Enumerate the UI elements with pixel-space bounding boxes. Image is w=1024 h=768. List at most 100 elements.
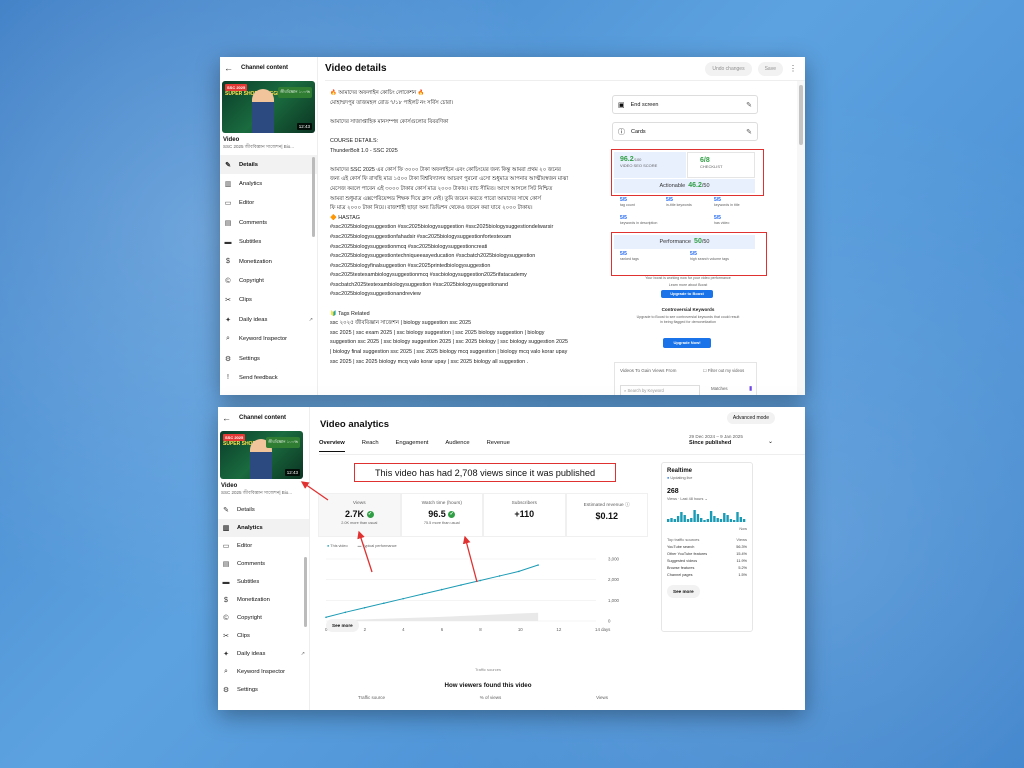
metric-label: Watch time (hours) <box>421 501 462 506</box>
sidebar-scrollbar[interactable] <box>312 157 315 237</box>
tab-reach[interactable]: Reach <box>362 440 379 452</box>
realtime-bar <box>690 518 693 522</box>
sidebar-item-send-feedback[interactable]: ! Send feedback <box>220 368 317 387</box>
sidebar-item-keyword-inspector[interactable]: ⌕ Keyword Inspector <box>220 330 317 349</box>
more-options-icon[interactable]: ⋮ <box>789 64 797 73</box>
subtitles-icon: ▬ <box>222 578 230 586</box>
views-col: Views <box>736 537 747 542</box>
tab-overview[interactable]: Overview <box>319 440 345 452</box>
details-scrollbar[interactable] <box>797 81 805 395</box>
nav-label: Editor <box>239 200 255 207</box>
end-screen-button[interactable]: ▣ End screen ✎ <box>612 95 758 114</box>
data-point <box>325 616 327 619</box>
video-thumbnail[interactable]: SSC 2025 SUPER SHORT SUGGESTION জীববিজ্ঞ… <box>222 81 315 133</box>
realtime-bar <box>706 519 709 522</box>
traffic-source-row: Channel pages 1.5% <box>667 573 747 577</box>
sidebar-item-copyright[interactable]: © Copyright <box>218 609 309 627</box>
tab-audience[interactable]: Audience <box>445 440 469 452</box>
legend-label: This video <box>330 544 348 548</box>
details-header: Video details Undo changes Save ⋮ <box>325 57 805 81</box>
sidebar-item-analytics[interactable]: ▥ Analytics <box>220 174 317 193</box>
lightbulb-icon: ✦ <box>223 651 229 658</box>
nav-label: Comments <box>239 219 268 226</box>
top-sources-header: Top traffic sources Views <box>667 537 747 542</box>
col-views: Views <box>596 695 608 700</box>
sidebar-item-comments[interactable]: ▤ Comments <box>220 213 317 232</box>
scissors-icon: ✂ <box>225 297 231 305</box>
source-name: Channel pages <box>667 573 693 577</box>
sidebar-item-settings[interactable]: ⚙ Settings <box>220 349 317 368</box>
realtime-bar <box>713 516 716 522</box>
channel-sidebar-analytics: ← Channel content SSC 2025 SUPER SHORT S… <box>218 407 310 710</box>
keyword-search-input[interactable]: ⌕ Search by Keyword <box>620 385 700 395</box>
tab-engagement[interactable]: Engagement <box>396 440 429 452</box>
learn-more-boost-link[interactable]: Learn more about Boost <box>618 283 758 287</box>
metric-views[interactable]: Views 2.7K ✓ 2.0K more than usual <box>318 493 401 537</box>
metric-subscribers[interactable]: Subscribers +110 <box>483 493 566 537</box>
sidebar-scrollbar[interactable] <box>304 557 307 627</box>
sidebar-item-subtitles[interactable]: ▬ Subtitles <box>220 233 317 252</box>
upgrade-now-button[interactable]: Upgrade Now! <box>663 338 711 348</box>
cards-button[interactable]: ⓘ Cards ✎ <box>612 122 758 141</box>
see-more-button[interactable]: See more <box>667 585 700 598</box>
date-range-picker[interactable]: 29 Dec 2024 – 9 Jan 2025 Since published <box>689 434 743 446</box>
nav-label: Details <box>237 507 255 513</box>
controversial-keywords-title: Controversial Keywords <box>661 307 715 312</box>
sidebar-item-settings[interactable]: ⚙ Settings <box>218 681 309 699</box>
chevron-down-icon[interactable]: ⌄ <box>705 497 708 501</box>
chevron-down-icon[interactable]: ⌄ <box>768 438 773 445</box>
description-line: #ssc2025biologysuggestion #ssc2025biolog… <box>330 224 554 231</box>
info-icon[interactable]: ⓘ <box>625 503 630 508</box>
sidebar-item-monetization[interactable]: $ Monetization <box>220 252 317 271</box>
sidebar-item-copyright[interactable]: © Copyright <box>220 271 317 290</box>
metric-watch-time[interactable]: Watch time (hours) 96.5 ✓ 75.5 more than… <box>400 493 483 537</box>
see-more-button[interactable]: See more <box>326 619 359 632</box>
col-percent-views: % of views <box>479 695 502 700</box>
realtime-bar <box>673 519 676 522</box>
data-point <box>518 570 520 573</box>
sidebar-item-keyword-inspector[interactable]: ⌕ Keyword Inspector <box>218 663 309 681</box>
description-field[interactable]: 🔥 আমাদের অফলাইন কোচিং লোকেশন 🔥 মোহাম্মদপু… <box>330 89 605 389</box>
edit-pencil-icon[interactable]: ✎ <box>746 101 752 109</box>
sidebar-item-subtitles[interactable]: ▬ Subtitles <box>218 573 309 591</box>
controversial-keywords-desc: Upgrade to Boost to see controversial ke… <box>636 315 740 324</box>
filter-checkbox[interactable]: ☐ Filter out my videos <box>703 368 744 373</box>
sidebar-item-editor[interactable]: ▭ Editor <box>218 537 309 555</box>
sidebar-item-details[interactable]: ✎ Details <box>220 155 317 175</box>
back-arrow-icon[interactable]: ← <box>224 63 233 73</box>
description-line: মোহাম্মদপুর তাজমহল রোড ৭/১৮ পাইলট নং সর্… <box>330 99 454 106</box>
video-label: Video <box>223 137 240 143</box>
scrollbar-thumb[interactable] <box>799 85 803 145</box>
lightbulb-icon: ✦ <box>225 316 231 324</box>
video-subtitle: SSC 2025 জীববিজ্ঞান সাজেশন| Bio... <box>223 144 295 149</box>
description-line: আমাদের SSC 2025 এর কোর্স ফি ৩০০০ টাকা অফ… <box>330 166 561 173</box>
video-thumbnail[interactable]: SSC 2025 SUPER SHORT SUGGESTION জীববিজ্ঞ… <box>220 431 303 479</box>
sidebar-item-clips[interactable]: ✂ Clips <box>218 627 309 645</box>
sidebar-item-analytics[interactable]: ▥ Analytics <box>218 519 309 537</box>
back-arrow-icon[interactable]: ← <box>222 413 231 423</box>
metric-value: 2.7K ✓ <box>319 509 400 519</box>
description-gap <box>330 127 605 137</box>
sidebar-item-daily-ideas[interactable]: ✦ Daily ideas ↗ <box>220 310 317 329</box>
upgrade-to-boost-button[interactable]: Upgrade to Boost <box>661 290 713 298</box>
realtime-bar <box>733 520 736 522</box>
y-tick-label: 3,000 <box>608 557 620 562</box>
edit-pencil-icon[interactable]: ✎ <box>746 128 752 136</box>
x-tick-label: 12 <box>556 627 561 632</box>
sidebar-item-comments[interactable]: ▤ Comments <box>218 555 309 573</box>
col-traffic-source: Traffic source <box>358 695 386 700</box>
subtitles-icon: ▬ <box>224 238 232 246</box>
sidebar-item-editor[interactable]: ▭ Editor <box>220 194 317 213</box>
tab-revenue[interactable]: Revenue <box>487 440 510 452</box>
save-button[interactable]: Save <box>757 61 783 76</box>
undo-changes-button[interactable]: Undo changes <box>705 61 752 76</box>
metric-estimated-revenue[interactable]: Estimated revenue ⓘ $0.12 <box>565 493 648 537</box>
sidebar-item-details[interactable]: ✎ Details <box>218 501 309 519</box>
description-line: | biology final suggestion ssc 2025 | ss… <box>330 349 568 356</box>
top-sources-title: Top traffic sources <box>667 537 700 542</box>
sidebar-item-clips[interactable]: ✂ Clips <box>220 291 317 310</box>
sidebar-item-monetization[interactable]: $ Monetization <box>218 591 309 609</box>
advanced-mode-button[interactable]: Advanced mode <box>726 412 775 424</box>
feedback-icon: ! <box>227 374 229 382</box>
sidebar-item-daily-ideas[interactable]: ✦ Daily ideas ↗ <box>218 645 309 663</box>
